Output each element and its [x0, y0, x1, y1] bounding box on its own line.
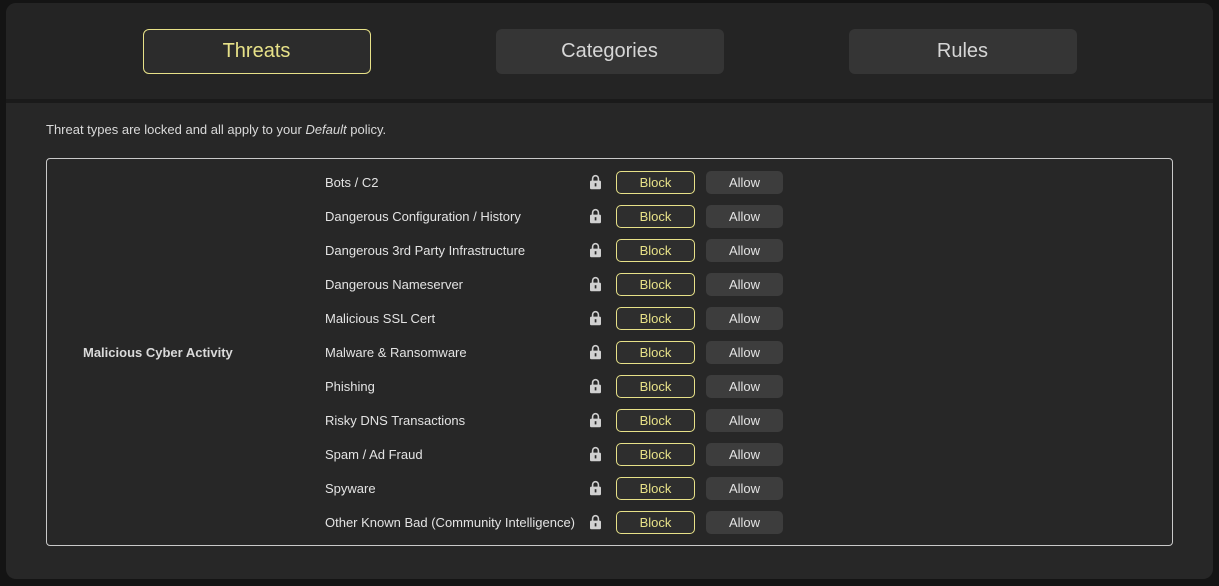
- threat-row: Phishing Block Allow: [325, 369, 1172, 403]
- block-button[interactable]: Block: [616, 477, 695, 500]
- allow-button[interactable]: Allow: [706, 443, 783, 466]
- allow-button[interactable]: Allow: [706, 375, 783, 398]
- threat-label: Dangerous Configuration / History: [325, 209, 589, 224]
- block-button[interactable]: Block: [616, 307, 695, 330]
- threat-group-column: Malicious Cyber Activity: [47, 165, 325, 539]
- note-text-before: Threat types are locked and all apply to…: [46, 122, 305, 137]
- threat-label: Risky DNS Transactions: [325, 413, 589, 428]
- lock-icon: [589, 514, 602, 530]
- block-button[interactable]: Block: [616, 511, 695, 534]
- policy-name: Default: [305, 122, 346, 137]
- content-area: Threat types are locked and all apply to…: [6, 122, 1213, 546]
- threat-row: Other Known Bad (Community Intelligence)…: [325, 505, 1172, 539]
- lock-icon: [589, 446, 602, 462]
- lock-icon: [589, 344, 602, 360]
- threat-row: Dangerous Configuration / History Block …: [325, 199, 1172, 233]
- allow-button[interactable]: Allow: [706, 477, 783, 500]
- policy-note: Threat types are locked and all apply to…: [46, 122, 1173, 137]
- block-button[interactable]: Block: [616, 239, 695, 262]
- threat-row: Bots / C2 Block Allow: [325, 165, 1172, 199]
- threat-row: Malware & Ransomware Block Allow: [325, 335, 1172, 369]
- lock-icon: [589, 208, 602, 224]
- threat-label: Malicious SSL Cert: [325, 311, 589, 326]
- threat-row: Dangerous Nameserver Block Allow: [325, 267, 1172, 301]
- block-button[interactable]: Block: [616, 341, 695, 364]
- lock-icon: [589, 242, 602, 258]
- threat-row: Spyware Block Allow: [325, 471, 1172, 505]
- threat-row: Malicious SSL Cert Block Allow: [325, 301, 1172, 335]
- threat-types-panel: Malicious Cyber Activity Bots / C2 Bloc: [46, 158, 1173, 546]
- threat-label: Bots / C2: [325, 175, 589, 190]
- lock-icon: [589, 480, 602, 496]
- allow-button[interactable]: Allow: [706, 205, 783, 228]
- lock-icon: [589, 412, 602, 428]
- tab-threats[interactable]: Threats: [143, 29, 371, 74]
- threat-group-label: Malicious Cyber Activity: [83, 345, 233, 360]
- threat-label: Spyware: [325, 481, 589, 496]
- tab-bar: Threats Categories Rules: [6, 3, 1213, 103]
- lock-icon: [589, 174, 602, 190]
- threat-label: Phishing: [325, 379, 589, 394]
- allow-button[interactable]: Allow: [706, 239, 783, 262]
- allow-button[interactable]: Allow: [706, 307, 783, 330]
- block-button[interactable]: Block: [616, 409, 695, 432]
- block-button[interactable]: Block: [616, 205, 695, 228]
- tab-rules[interactable]: Rules: [849, 29, 1077, 74]
- lock-icon: [589, 378, 602, 394]
- allow-button[interactable]: Allow: [706, 341, 783, 364]
- block-button[interactable]: Block: [616, 273, 695, 296]
- threat-label: Malware & Ransomware: [325, 345, 589, 360]
- allow-button[interactable]: Allow: [706, 171, 783, 194]
- threat-row: Dangerous 3rd Party Infrastructure Block…: [325, 233, 1172, 267]
- threat-row: Spam / Ad Fraud Block Allow: [325, 437, 1172, 471]
- block-button[interactable]: Block: [616, 171, 695, 194]
- threat-label: Dangerous Nameserver: [325, 277, 589, 292]
- block-button[interactable]: Block: [616, 443, 695, 466]
- lock-icon: [589, 310, 602, 326]
- threat-settings-window: Threats Categories Rules Threat types are …: [6, 3, 1213, 579]
- allow-button[interactable]: Allow: [706, 511, 783, 534]
- threat-label: Other Known Bad (Community Intelligence): [325, 515, 589, 530]
- block-button[interactable]: Block: [616, 375, 695, 398]
- threat-label: Dangerous 3rd Party Infrastructure: [325, 243, 589, 258]
- note-text-after: policy.: [347, 122, 387, 137]
- threat-row: Risky DNS Transactions Block Allow: [325, 403, 1172, 437]
- allow-button[interactable]: Allow: [706, 273, 783, 296]
- allow-button[interactable]: Allow: [706, 409, 783, 432]
- threat-label: Spam / Ad Fraud: [325, 447, 589, 462]
- lock-icon: [589, 276, 602, 292]
- threat-rows: Bots / C2 Block Allow Dangerous Configur…: [325, 165, 1172, 539]
- tab-categories[interactable]: Categories: [496, 29, 724, 74]
